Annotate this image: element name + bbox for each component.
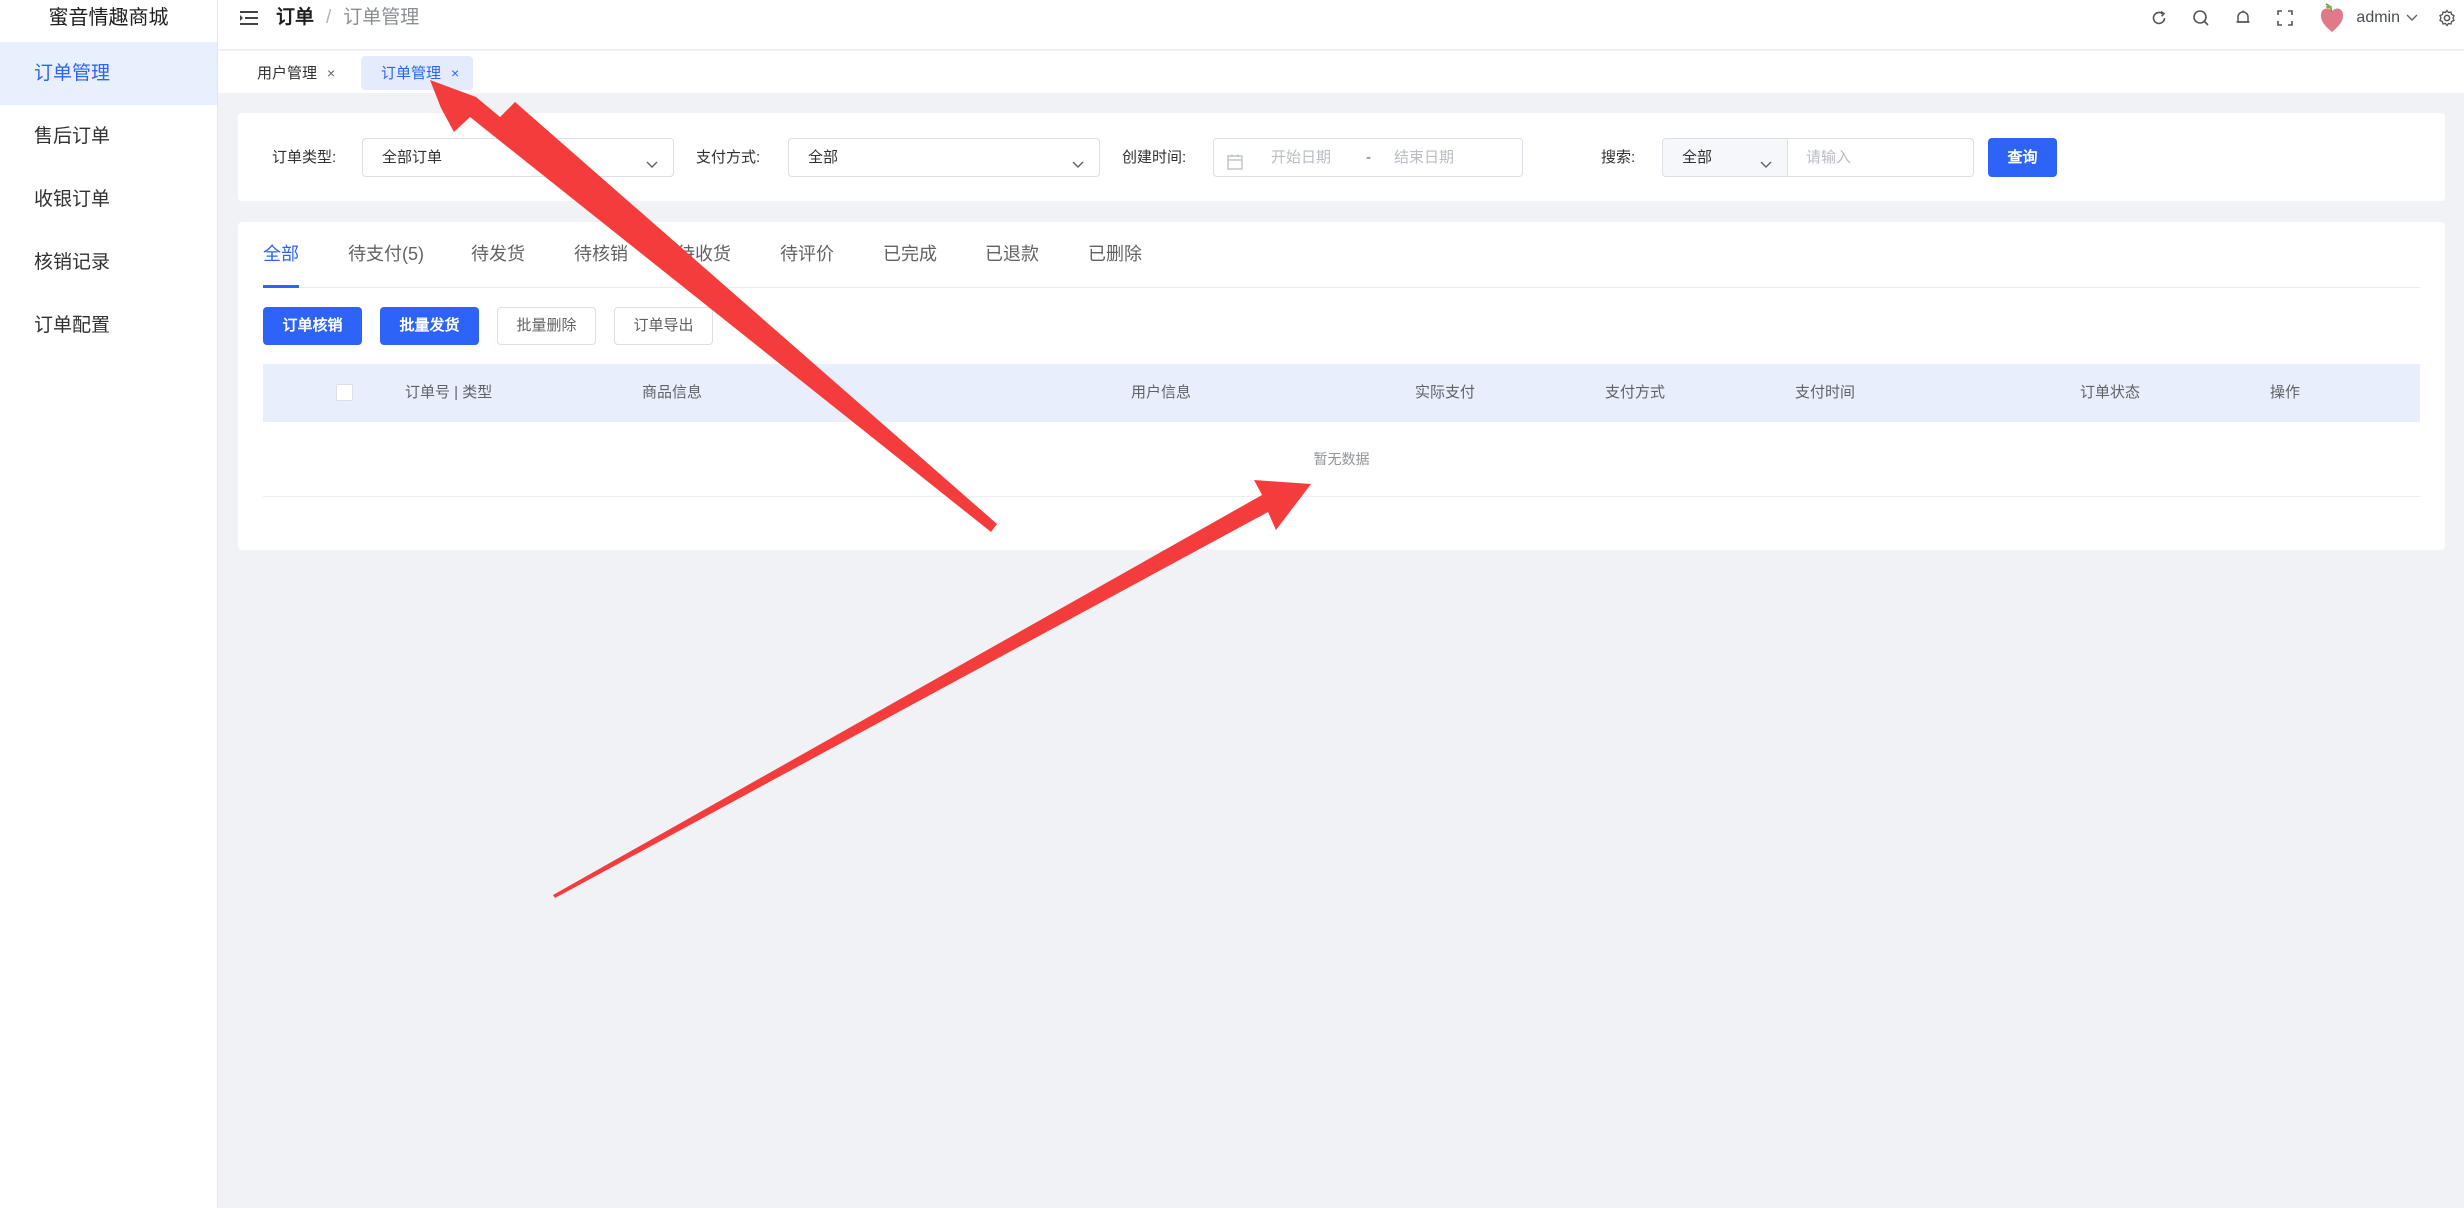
sidebar-item-order-config[interactable]: 订单配置 [0, 294, 217, 357]
tab-pending-payment[interactable]: 待支付(5) [348, 242, 424, 266]
sidebar-item-after-sales[interactable]: 售后订单 [0, 105, 217, 168]
username-label[interactable]: admin [2356, 9, 2400, 27]
chevron-down-icon[interactable] [2406, 9, 2418, 27]
end-date-input[interactable]: 结束日期 [1394, 139, 1454, 176]
tag-user-management[interactable]: 用户管理 × [237, 56, 349, 90]
pay-method-select[interactable]: 全部 [788, 138, 1100, 177]
breadcrumb-item-order[interactable]: 订单 [276, 7, 314, 28]
app-logo-text: 蜜音情趣商城 [48, 7, 169, 29]
search-scope-value: 全部 [1682, 149, 1713, 166]
search-icon[interactable] [2190, 7, 2212, 29]
tab-refunded[interactable]: 已退款 [985, 242, 1039, 266]
order-type-value: 全部订单 [382, 149, 443, 166]
search-scope-select[interactable]: 全部 [1662, 138, 1788, 177]
tab-pending-review[interactable]: 待评价 [780, 242, 834, 266]
date-range-picker[interactable]: 开始日期 - 结束日期 [1213, 138, 1523, 177]
breadcrumb-separator: / [326, 7, 332, 28]
order-verify-button[interactable]: 订单核销 [263, 307, 362, 345]
tab-pending-verify[interactable]: 待核销 [574, 242, 628, 266]
pay-method-label: 支付方式: [696, 149, 761, 166]
order-list-card: 全部 待支付(5) 待发货 待核销 待收货 待评价 已完成 已退款 已删除 订单… [238, 222, 2445, 550]
bell-icon[interactable] [2232, 7, 2254, 29]
refresh-icon[interactable] [2148, 7, 2170, 29]
table-header: 订单号 | 类型 商品信息 用户信息 实际支付 支付方式 支付时间 订单状态 操… [263, 364, 2420, 422]
batch-delete-button[interactable]: 批量删除 [497, 307, 596, 345]
order-type-label: 订单类型: [272, 149, 337, 166]
chevron-down-icon [645, 149, 659, 186]
sidebar-item-verify-records[interactable]: 核销记录 [0, 231, 217, 294]
column-header: 用户信息 [1131, 384, 1192, 401]
close-icon[interactable]: × [451, 65, 459, 81]
breadcrumb: 订单 / 订单管理 [276, 4, 419, 32]
order-type-select[interactable]: 全部订单 [362, 138, 674, 177]
search-label: 搜索: [1601, 149, 1636, 166]
tag-label: 用户管理 [257, 65, 318, 82]
pay-method-value: 全部 [808, 149, 839, 166]
filter-form: 订单类型: 全部订单 支付方式: 全部 创建时间: 开始日期 - 结束日期 搜索… [238, 113, 2445, 201]
calendar-icon [1226, 148, 1244, 185]
column-header: 商品信息 [642, 384, 703, 401]
order-status-tabs: 全部 待支付(5) 待发货 待核销 待收货 待评价 已完成 已退款 已删除 [263, 222, 2420, 288]
tab-pending-shipment[interactable]: 待发货 [471, 242, 525, 266]
tab-deleted[interactable]: 已删除 [1088, 242, 1142, 266]
tab-all[interactable]: 全部 [263, 242, 299, 266]
column-header: 操作 [2270, 384, 2301, 401]
column-header: 支付时间 [1795, 384, 1856, 401]
close-icon[interactable]: × [327, 65, 335, 81]
fullscreen-icon[interactable] [2274, 7, 2296, 29]
breadcrumb-item-order-management: 订单管理 [343, 7, 420, 28]
avatar[interactable] [2316, 2, 2348, 34]
select-all-checkbox[interactable] [336, 384, 353, 401]
start-date-input[interactable]: 开始日期 [1271, 139, 1331, 176]
tab-completed[interactable]: 已完成 [883, 242, 937, 266]
created-time-label: 创建时间: [1122, 149, 1187, 166]
column-header: 实际支付 [1415, 384, 1476, 401]
settings-icon[interactable] [2436, 7, 2458, 29]
sidebar: 蜜音情趣商城 订单管理 售后订单 收银订单 核销记录 订单配置 [0, 0, 218, 1208]
range-separator: - [1366, 149, 1371, 166]
chevron-down-icon [1759, 149, 1773, 186]
tags-view-bar: 用户管理 × 订单管理 × [218, 51, 2464, 93]
sidebar-item-order-management[interactable]: 订单管理 [0, 42, 217, 105]
sidebar-item-cashier-orders[interactable]: 收银订单 [0, 168, 217, 231]
order-export-button[interactable]: 订单导出 [614, 307, 713, 345]
chevron-down-icon [1071, 149, 1085, 186]
batch-ship-button[interactable]: 批量发货 [380, 307, 479, 345]
column-header: 订单号 | 类型 [405, 384, 493, 401]
menu-toggle-icon[interactable] [238, 8, 260, 28]
active-tab-indicator [263, 285, 299, 288]
column-header: 订单状态 [2080, 384, 2141, 401]
tag-label: 订单管理 [381, 65, 442, 82]
search-input[interactable]: 请输入 [1788, 138, 1974, 177]
column-header: 支付方式 [1605, 384, 1666, 401]
tab-pending-receipt[interactable]: 待收货 [677, 242, 731, 266]
top-header: 订单 / 订单管理 admin [218, 0, 2464, 50]
empty-table-text: 暂无数据 [263, 422, 2420, 497]
tag-order-management[interactable]: 订单管理 × [361, 56, 474, 90]
query-button[interactable]: 查询 [1988, 138, 2057, 177]
